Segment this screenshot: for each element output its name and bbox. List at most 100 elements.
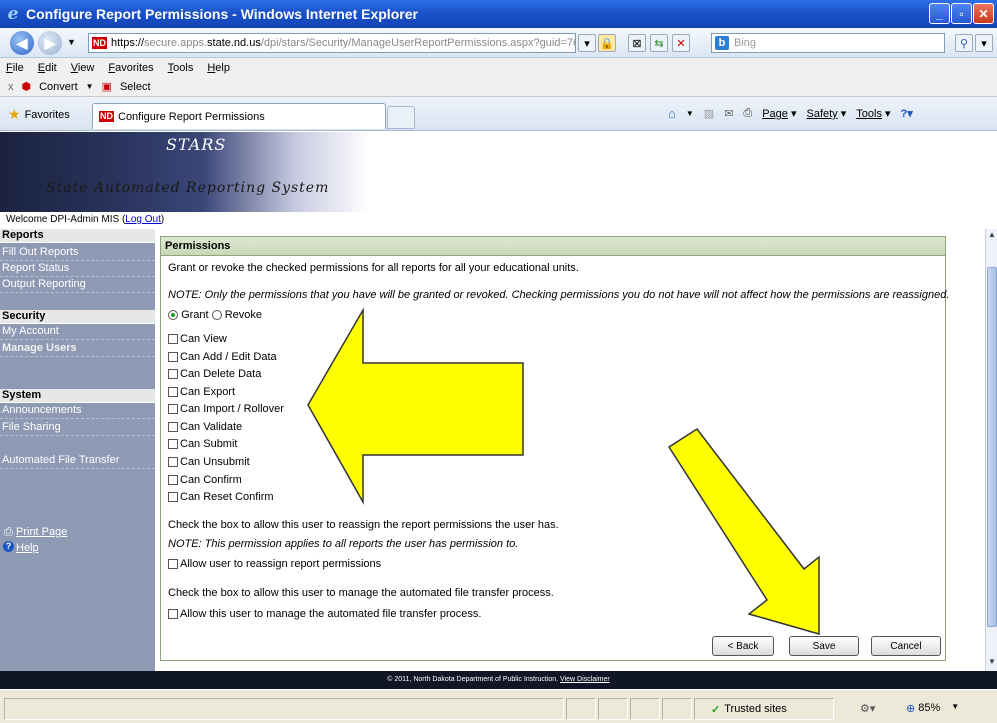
home-icon[interactable]: ⌂ [668, 106, 676, 121]
forward-nav-icon[interactable]: ▶ [38, 31, 62, 55]
url-host-pre: secure.apps. [144, 37, 208, 49]
url-path: /dpi/stars/Security/ManageUserReportPerm… [260, 37, 576, 49]
vertical-scrollbar[interactable]: ▲ ▼ [985, 229, 997, 671]
search-icon[interactable]: ⚲ [955, 34, 973, 52]
zoom-control[interactable]: ⊕ 85% ▼ [906, 702, 959, 715]
menu-help[interactable]: Help [207, 62, 230, 74]
nav-item-output-reporting[interactable]: Output Reporting [0, 277, 155, 293]
stop-icon[interactable]: ✕ [672, 34, 690, 52]
feeds-icon[interactable]: ▨ [704, 107, 714, 120]
favorites-label: Favorites [24, 108, 70, 121]
nav-item-fill-out-reports[interactable]: Fill Out Reports [0, 245, 155, 261]
favorites-button[interactable]: ★ Favorites [8, 106, 70, 123]
url-prefix: https:// [111, 37, 145, 49]
compatibility-icon[interactable]: ⊠ [628, 34, 646, 52]
menu-file[interactable]: File [6, 62, 24, 74]
convert-toolbar: x ⬢ Convert ▼ ▣ Select [0, 77, 997, 97]
safety-menu[interactable]: Safety ▾ [807, 107, 847, 120]
command-bar: ⌂ ▼ ▨ ✉ ⎙ Page ▾ Safety ▾ Tools ▾ ?▾ [668, 106, 913, 121]
print-icon-nav: ⎙ [4, 526, 13, 538]
convert-button[interactable]: Convert [39, 81, 78, 93]
page-footer: © 2011, North Dakota Department of Publi… [0, 671, 997, 689]
address-bar-row: ◀ ▶ ▼ ND https://secure.apps.state.nd.us… [0, 28, 997, 58]
close-window-button[interactable]: ✕ [973, 3, 994, 24]
left-arrow-annotation [307, 307, 524, 505]
banner-title: STARS [166, 135, 227, 154]
mail-icon[interactable]: ✉ [724, 107, 733, 120]
nav-item-automated-file-transfer[interactable]: Automated File Transfer [0, 453, 155, 469]
page-menu[interactable]: Page ▾ [762, 107, 796, 120]
zoom-level: 85% [918, 702, 941, 714]
menu-bar: File Edit View Favorites Tools Help [0, 58, 997, 77]
scroll-down-icon[interactable]: ▼ [988, 657, 996, 666]
nav-heading-system: System [0, 389, 155, 403]
back-nav-icon[interactable]: ◀ [10, 31, 34, 55]
home-dropdown-icon[interactable]: ▼ [686, 109, 694, 118]
footer-copyright: © 2011, North Dakota Department of Publi… [387, 676, 559, 683]
nav-item-manage-users[interactable]: Manage Users [0, 341, 155, 357]
logout-link[interactable]: Log Out [125, 214, 161, 225]
checkmark-icon: ✓ [711, 703, 721, 716]
select-button[interactable]: Select [120, 81, 151, 93]
search-input[interactable]: b Bing [711, 33, 945, 53]
disclaimer-link[interactable]: View Disclaimer [560, 676, 610, 683]
tab-favicon-icon: ND [99, 111, 114, 122]
ie-logo-icon: e [7, 4, 19, 24]
welcome-line: Welcome DPI-Admin MIS (Log Out) [6, 214, 164, 225]
lock-icon[interactable]: 🔒 [598, 34, 616, 52]
search-placeholder: Bing [734, 37, 757, 49]
menu-favorites[interactable]: Favorites [108, 62, 153, 74]
status-cell [630, 698, 660, 720]
nav-heading-security: Security [0, 310, 155, 324]
menu-edit[interactable]: Edit [38, 62, 57, 74]
close-toolbar-icon[interactable]: x [8, 81, 14, 93]
zone-label: Trusted sites [724, 703, 787, 715]
protected-mode-icon[interactable]: ⚙▾ [860, 702, 875, 715]
main-content: Permissions Grant or revoke the checked … [155, 229, 985, 671]
window-title: Configure Report Permissions - Windows I… [26, 6, 418, 22]
url-field[interactable]: ND https://secure.apps.state.nd.us/dpi/s… [88, 33, 576, 53]
scroll-up-icon[interactable]: ▲ [988, 230, 996, 239]
bing-logo-icon: b [715, 36, 729, 50]
save-arrow-annotation [667, 427, 820, 635]
nav-heading-reports: Reports [0, 229, 155, 243]
status-cell [598, 698, 628, 720]
tools-menu[interactable]: Tools ▾ [856, 107, 890, 120]
help-icon[interactable]: ?▾ [901, 107, 913, 120]
zoom-dropdown-icon[interactable]: ▼ [951, 702, 959, 715]
stars-banner: STARS State Automated Reporting System [0, 132, 997, 212]
star-icon: ★ [8, 106, 21, 122]
site-favicon-icon: ND [92, 37, 107, 49]
nav-item-file-sharing[interactable]: File Sharing [0, 420, 155, 436]
convert-dropdown-icon[interactable]: ▼ [86, 82, 94, 91]
banner-subtitle: State Automated Reporting System [46, 180, 330, 196]
convert-icon: ⬢ [21, 81, 32, 93]
security-zone[interactable]: ✓ Trusted sites [694, 698, 834, 720]
menu-tools[interactable]: Tools [168, 62, 194, 74]
scrollbar-thumb[interactable] [987, 267, 997, 627]
tab-configure-report-permissions[interactable]: ND Configure Report Permissions [92, 103, 386, 129]
tab-title: Configure Report Permissions [118, 110, 265, 123]
maximize-button[interactable]: ▫ [951, 3, 972, 24]
nav-item-my-account[interactable]: My Account [0, 324, 155, 340]
print-page-link[interactable]: Print Page [16, 526, 67, 538]
welcome-close: ) [160, 214, 165, 225]
print-icon[interactable]: ⎙ [743, 107, 752, 120]
search-options-icon[interactable]: ▾ [975, 34, 993, 52]
status-text-cell [4, 698, 564, 720]
annotation-arrows [307, 307, 820, 635]
nav-item-announcements[interactable]: Announcements [0, 403, 155, 419]
new-tab-button[interactable] [387, 106, 415, 129]
minimize-button[interactable]: _ [929, 3, 950, 24]
refresh-icon[interactable]: ⇆ [650, 34, 668, 52]
status-cell [662, 698, 692, 720]
favorites-bar: ★ Favorites ND Configure Report Permissi… [0, 97, 997, 131]
history-dropdown-icon[interactable]: ▼ [67, 37, 76, 47]
help-link[interactable]: Help [16, 542, 39, 554]
status-cell [566, 698, 596, 720]
nav-item-report-status[interactable]: Report Status [0, 261, 155, 277]
select-icon: ▣ [101, 81, 112, 93]
zoom-icon: ⊕ [906, 703, 916, 715]
menu-view[interactable]: View [71, 62, 95, 74]
url-dropdown-icon[interactable]: ▾ [578, 34, 596, 52]
